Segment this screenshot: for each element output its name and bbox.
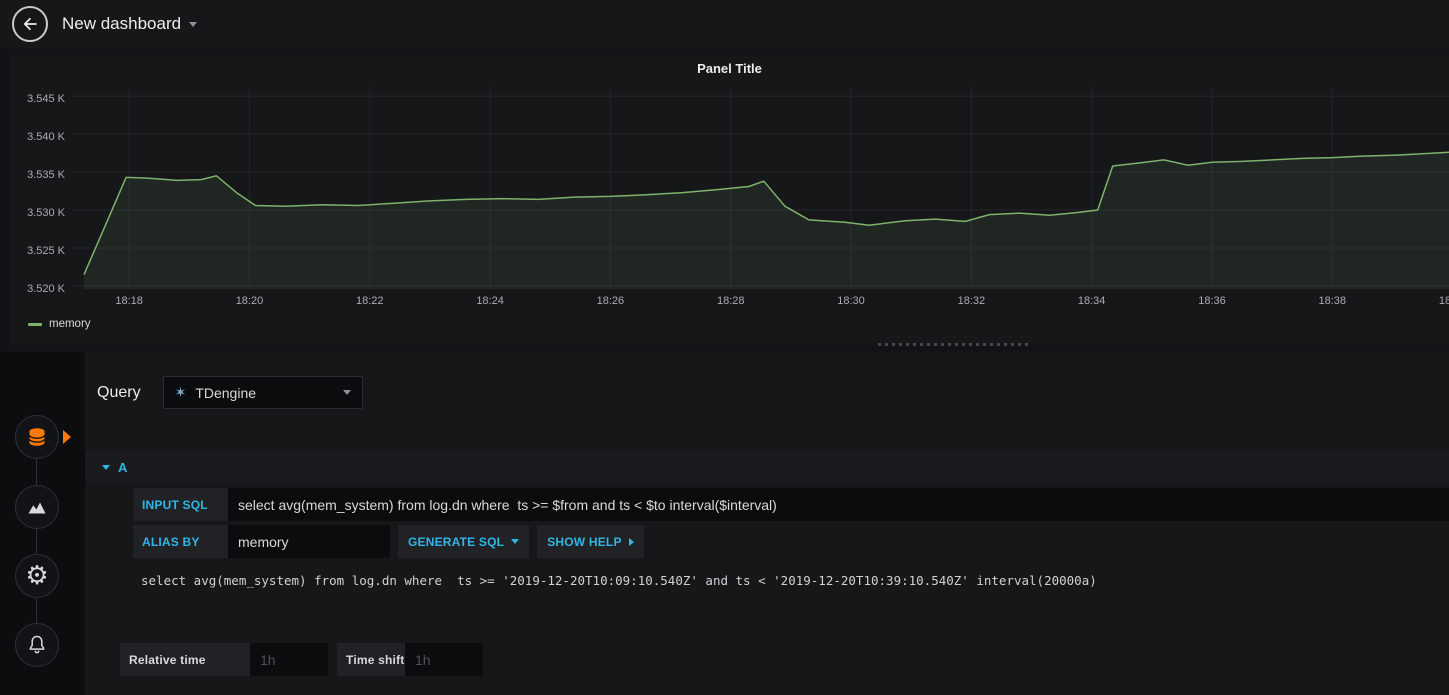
input-sql-field[interactable] xyxy=(228,488,1449,521)
time-options-row: Relative time Time shift xyxy=(120,643,483,676)
time-shift-field[interactable] xyxy=(405,643,483,676)
generated-sql-text: select avg(mem_system) from log.dn where… xyxy=(141,573,1097,588)
datasource-picker[interactable]: ✶ TDengine xyxy=(162,376,363,409)
chevron-down-icon xyxy=(189,21,198,27)
tab-queries[interactable] xyxy=(15,415,71,459)
query-editor: Query ✶ TDengine A INPUT SQL ALIAS BY xyxy=(85,352,1449,695)
query-row-letter: A xyxy=(118,459,128,475)
legend: memory xyxy=(10,318,1449,330)
y-tick-label: 3.540 K xyxy=(27,131,65,144)
query-form: INPUT SQL ALIAS BY GENERATE SQL SHOW HEL… xyxy=(133,488,1449,588)
legend-series-label[interactable]: memory xyxy=(49,318,91,330)
tab-general[interactable]: ⚙ xyxy=(15,554,59,598)
legend-series-swatch[interactable] xyxy=(28,322,42,326)
x-tick-label: 18:26 xyxy=(596,295,625,307)
chart-svg xyxy=(72,87,1449,289)
alias-by-field[interactable] xyxy=(228,525,390,558)
y-tick-label: 3.530 K xyxy=(27,207,65,220)
time-shift-label: Time shift xyxy=(337,643,405,676)
datasource-row: Query ✶ TDengine xyxy=(97,376,363,409)
y-axis: 3.545 K 3.540 K 3.535 K 3.530 K 3.525 K 3.520… xyxy=(10,87,72,311)
chevron-down-icon xyxy=(342,390,351,395)
input-sql-row: INPUT SQL xyxy=(133,488,1449,521)
x-axis: 18:18 18:20 18:22 18:24 18:26 18:28 18:30 18:32… xyxy=(72,289,1449,311)
y-tick-label: 3.525 K xyxy=(27,244,65,257)
plot-column: 18:18 18:20 18:22 18:24 18:26 18:28 18:30 18:32… xyxy=(72,87,1449,311)
chart-icon xyxy=(28,502,46,514)
database-icon xyxy=(28,428,46,446)
tab-visualization[interactable] xyxy=(15,485,59,529)
x-tick-label: 18:28 xyxy=(716,295,745,307)
chevron-down-icon xyxy=(511,539,520,544)
plot-area[interactable] xyxy=(72,87,1449,289)
y-tick-label: 3.545 K xyxy=(27,93,65,106)
x-tick-label: 18:20 xyxy=(235,295,264,307)
x-tick-label: 18:24 xyxy=(476,295,504,307)
x-tick-label: 18:36 xyxy=(1198,295,1226,307)
tab-alert[interactable] xyxy=(15,623,59,667)
series-area xyxy=(84,152,1449,289)
time-series-chart: 3.545 K 3.540 K 3.535 K 3.530 K 3.525 K 3.520… xyxy=(10,87,1449,311)
tdengine-logo-icon: ✶ xyxy=(174,384,187,401)
x-tick-label: 18:38 xyxy=(1318,295,1347,307)
gear-icon: ⚙ xyxy=(25,561,49,591)
datasource-name: TDengine xyxy=(195,384,257,401)
relative-time-label: Relative time xyxy=(120,643,250,676)
x-tick-label: 18:22 xyxy=(356,295,384,307)
chevron-right-icon xyxy=(628,537,634,546)
y-tick-label: 3.520 K xyxy=(27,282,65,295)
dashboard-header: New dashboard xyxy=(0,0,1449,48)
grafana-panel-edit-screen: New dashboard Panel Title 3.545 K 3.540 K… xyxy=(0,0,1449,695)
query-row-header[interactable]: A xyxy=(85,452,1449,482)
relative-time-field[interactable] xyxy=(250,643,328,676)
arrow-left-icon xyxy=(23,17,37,31)
x-tick-label: 18:30 xyxy=(837,295,865,307)
generate-sql-button[interactable]: GENERATE SQL xyxy=(398,525,530,558)
active-tab-arrow-icon xyxy=(63,430,71,444)
x-tick-label: 18:18 xyxy=(115,295,143,307)
graph-panel: Panel Title 3.545 K 3.540 K 3.535 K 3.530 K… xyxy=(10,55,1449,345)
dashboard-title: New dashboard xyxy=(62,14,182,33)
collapse-chevron-icon xyxy=(102,464,110,470)
show-help-button-label: SHOW HELP xyxy=(547,534,622,549)
query-section-title: Query xyxy=(97,383,141,401)
x-tick-label: 18:40 xyxy=(1438,295,1449,307)
alias-row: ALIAS BY GENERATE SQL SHOW HELP xyxy=(133,525,1449,558)
generate-sql-button-label: GENERATE SQL xyxy=(408,534,505,549)
input-sql-label: INPUT SQL xyxy=(133,488,228,521)
panel-resize-handle[interactable] xyxy=(878,343,1028,346)
y-tick-label: 3.535 K xyxy=(27,169,65,182)
panel-title[interactable]: Panel Title xyxy=(10,55,1449,83)
editor-tab-strip: ⚙ xyxy=(0,352,85,695)
tab-connector-line xyxy=(36,437,37,645)
bell-icon xyxy=(29,635,45,654)
show-help-button[interactable]: SHOW HELP xyxy=(537,525,644,558)
x-tick-label: 18:32 xyxy=(957,295,986,307)
back-button[interactable] xyxy=(12,6,48,42)
x-tick-label: 18:34 xyxy=(1077,295,1106,307)
panel-editor: ⚙ Query ✶ TDengine A INPUT SQL select av… xyxy=(0,352,1449,695)
alias-by-label: ALIAS BY xyxy=(133,525,228,558)
dashboard-title-dropdown[interactable]: New dashboard xyxy=(62,14,198,34)
